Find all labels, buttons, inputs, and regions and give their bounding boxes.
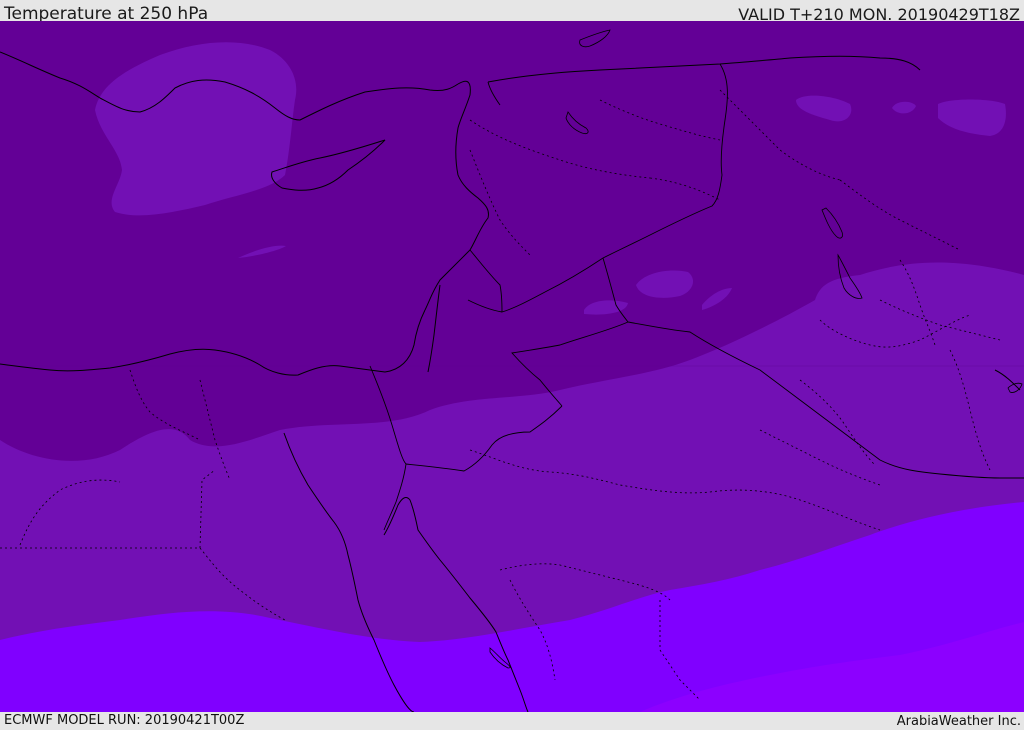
weather-map[interactable] xyxy=(0,21,1024,712)
footer-bar: ECMWF MODEL RUN: 20190421T00Z ArabiaWeat… xyxy=(0,712,1024,729)
model-run-label: ECMWF MODEL RUN: 20190421T00Z xyxy=(4,713,245,728)
map-canvas xyxy=(0,21,1024,712)
credit-label: ArabiaWeather Inc. xyxy=(896,714,1021,729)
header-bar: Temperature at 250 hPa VALID T+210 MON. … xyxy=(0,0,1024,24)
